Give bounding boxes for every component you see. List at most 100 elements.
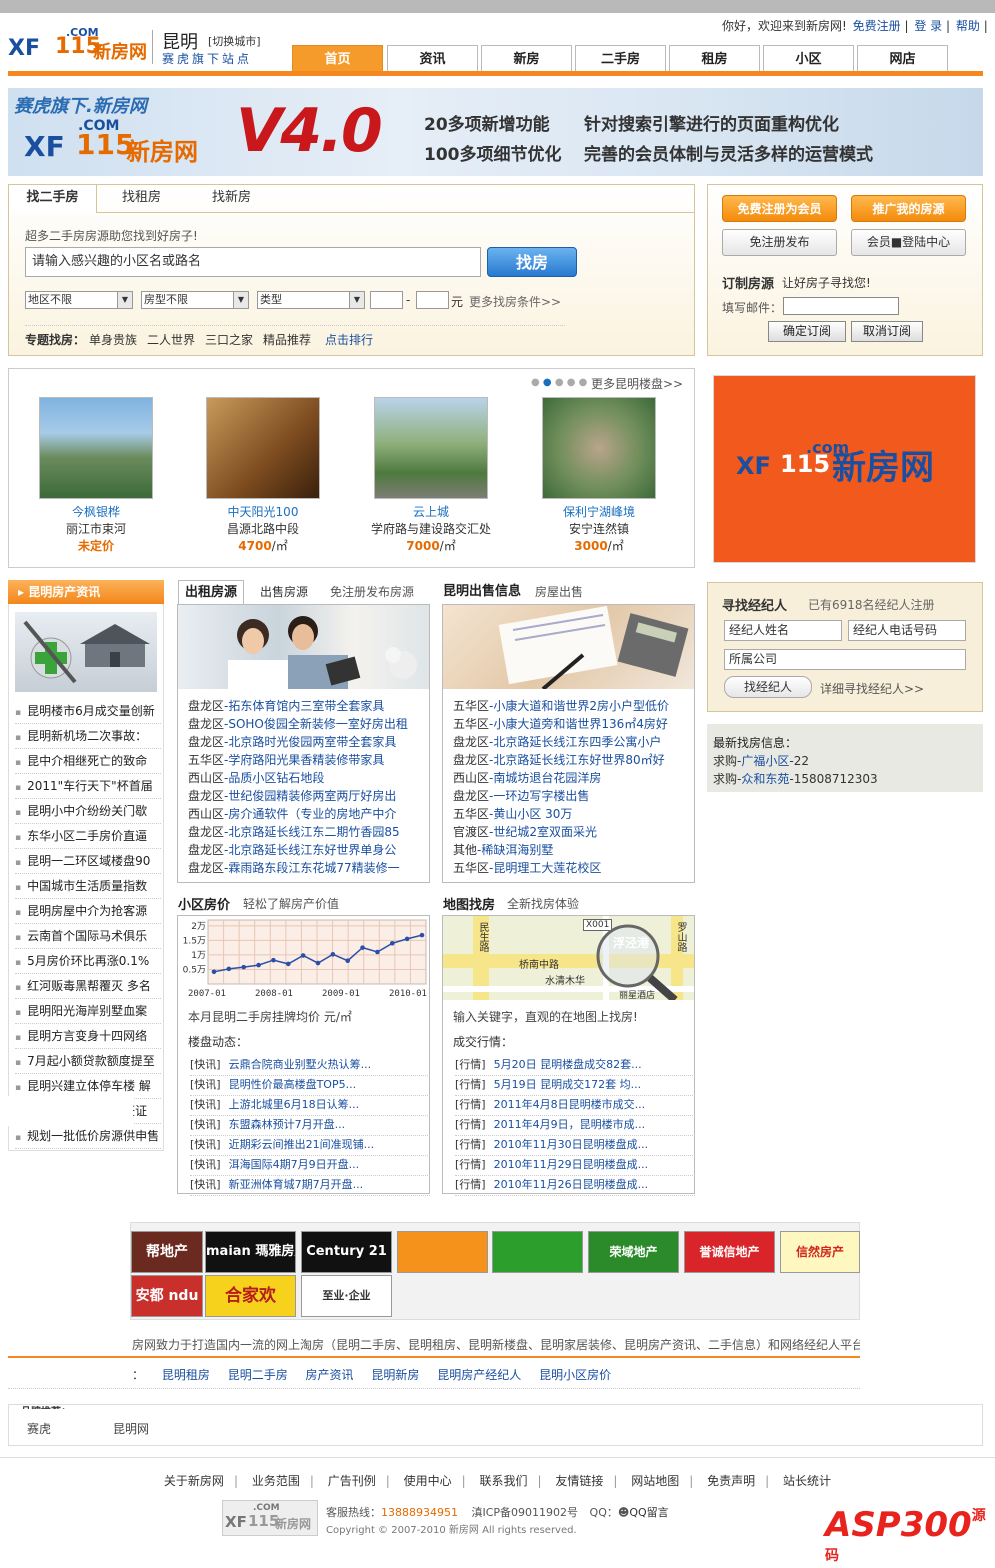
footer-link[interactable]: 站长统计 — [783, 1474, 831, 1488]
member-login-button[interactable]: 会员■登陆中心 — [851, 229, 966, 256]
hot-link[interactable]: 昆明房产经纪人 — [437, 1368, 521, 1382]
listing-row[interactable]: 五华区-黄山小区 30万 — [453, 805, 693, 823]
listing-row[interactable]: 西山区-房介通软件（专业的房地产中介 — [188, 805, 428, 823]
list-item[interactable]: 2011"车行天下"杯首届 — [15, 774, 161, 799]
building-photo[interactable] — [374, 397, 488, 499]
listing-row[interactable]: 盘龙区-北京路延长线江东二期竹香园85 — [188, 823, 428, 841]
listing-row[interactable]: 西山区-品质小区钻石地段 — [188, 769, 428, 787]
nav-tab-home[interactable]: 首页 — [292, 45, 383, 72]
list-item[interactable]: 云南首个国际马术俱乐 — [15, 924, 161, 949]
site-logo[interactable]: .COM XF 115 新房网 — [8, 26, 153, 66]
listing-row[interactable]: 官渡区-世纪城2室双面采光 — [453, 823, 693, 841]
register-link[interactable]: 免费注册 — [853, 19, 901, 33]
click-rank-link[interactable]: 点击排行 — [325, 331, 373, 348]
listing-row[interactable]: 五华区-小康大道和谐世界2房小户型低价 — [453, 697, 693, 715]
list-item[interactable]: 中国城市生活质量指数 — [15, 874, 161, 899]
listing-row[interactable]: 盘龙区-北京路延长线江东好世界80㎡好 — [453, 751, 693, 769]
partner-logo[interactable]: 安都 ndu — [131, 1275, 203, 1317]
list-item[interactable]: 昆明房屋中介为抢客源 — [15, 899, 161, 924]
news-row[interactable]: [行情] 2010年11月26日昆明楼盘成... — [455, 1175, 695, 1196]
partner-logo[interactable]: 至业·企业 — [301, 1275, 392, 1317]
find-agent-button[interactable]: 找经纪人 — [724, 676, 812, 698]
hot-link[interactable]: 房产资讯 — [306, 1368, 354, 1382]
footer-link[interactable]: 业务范围 — [252, 1474, 300, 1488]
listing-row[interactable]: 盘龙区-一环边写字楼出售 — [453, 787, 693, 805]
partner-logo[interactable]: 誉诚信地产 — [684, 1231, 775, 1273]
hot-link[interactable]: 昆明小区房价 — [539, 1368, 611, 1382]
tab-new-house[interactable]: 找新房 — [212, 185, 251, 213]
building-name[interactable]: 中天阳光100 — [203, 503, 323, 520]
topic-family[interactable]: 三口之家 — [205, 331, 253, 348]
partner-logo[interactable] — [492, 1231, 583, 1273]
list-item[interactable]: 红河贩毒黑帮覆灭 多名 — [15, 974, 161, 999]
partner-logo[interactable]: 荣域地产 — [588, 1231, 679, 1273]
list-item[interactable]: 7月起小额贷款额度提至 — [15, 1049, 161, 1074]
district-select[interactable]: 地区不限 ▼ — [25, 291, 133, 309]
nav-tab-rent[interactable]: 租房 — [669, 45, 760, 72]
partner-logo[interactable]: 信然房产 — [780, 1231, 860, 1273]
news-row[interactable]: [快讯] 新亚洲体育城7期7月开盘... — [190, 1175, 430, 1196]
news-row[interactable]: [快讯] 云鼎合院商业别墅火热认筹... — [190, 1055, 430, 1076]
building-card[interactable]: 云上城 学府路与建设路交汇处 7000/㎡ — [371, 397, 491, 554]
building-photo[interactable] — [542, 397, 656, 499]
list-item[interactable]: 昆明新机场二次事故： — [15, 724, 161, 749]
latest-find-link[interactable]: 广福小区 — [741, 754, 789, 768]
footer-link[interactable]: 使用中心 — [404, 1474, 452, 1488]
free-register-button[interactable]: 免费注册为会员 — [722, 195, 837, 222]
free-post-button[interactable]: 免注册发布 — [722, 229, 837, 256]
footer-link[interactable]: 关于新房网 — [164, 1474, 224, 1488]
more-buildings-link[interactable]: 更多昆明楼盘>> — [591, 375, 683, 392]
list-item[interactable]: 昆明楼市6月成交量创新 — [15, 699, 161, 724]
footer-link[interactable]: 免责声明 — [707, 1474, 755, 1488]
news-row[interactable]: [行情] 5月20日 昆明楼盘成交82套... — [455, 1055, 695, 1076]
news-row[interactable]: [快讯] 近期彩云间推出21间准现铺... — [190, 1135, 430, 1156]
logo-ad[interactable]: .com XF 115 新房网 — [713, 375, 976, 563]
partner-logo[interactable]: maian 瑪雅房屋 — [205, 1231, 296, 1273]
building-name[interactable]: 今枫银桦 — [36, 503, 156, 520]
topic-single[interactable]: 单身贵族 — [89, 331, 137, 348]
list-item[interactable]: 昆明小中介纷纷关门歇 — [15, 799, 161, 824]
listing-row[interactable]: 五华区-昆明理工大莲花校区 — [453, 859, 693, 877]
friend-link[interactable]: 昆明网 — [113, 1420, 149, 1437]
news-row[interactable]: [行情] 5月19日 昆明成交172套 均... — [455, 1075, 695, 1096]
topic-featured[interactable]: 精品推荐 — [263, 331, 311, 348]
building-photo[interactable] — [206, 397, 320, 499]
nav-tab-new-house[interactable]: 新房 — [481, 45, 572, 72]
footer-link[interactable]: 联系我们 — [479, 1474, 527, 1488]
nav-tab-news[interactable]: 资讯 — [387, 45, 478, 72]
list-item[interactable]: 昆中介相继死亡的致命 — [15, 749, 161, 774]
nav-tab-shop[interactable]: 网店 — [857, 45, 948, 72]
building-card[interactable]: 中天阳光100 昌源北路中段 4700/㎡ — [203, 397, 323, 554]
email-input[interactable] — [783, 297, 899, 315]
login-link[interactable]: 登 录 — [914, 19, 942, 33]
listing-row[interactable]: 五华区-学府路阳光果香精装修带家具 — [188, 751, 428, 769]
price-max-input[interactable] — [416, 291, 449, 309]
building-name[interactable]: 云上城 — [371, 503, 491, 520]
nav-tab-second-hand[interactable]: 二手房 — [575, 45, 666, 72]
footer-link[interactable]: 广告刊例 — [328, 1474, 376, 1488]
map-thumbnail[interactable]: 民生路 桥南中路 浮泾港 罗山路 水清木华 X001 丽星酒店 — [443, 916, 694, 1000]
listing-row[interactable]: 盘龙区-北京路时光俊园两室带全套家具 — [188, 733, 428, 751]
switch-city-link[interactable]: [切换城市] — [208, 33, 261, 49]
search-button[interactable]: 找房 — [487, 247, 577, 277]
category-select[interactable]: 类型 ▼ — [257, 291, 365, 309]
news-row[interactable]: [快讯] 上游北城里6月18日认筹... — [190, 1095, 430, 1116]
list-item[interactable]: 东华小区二手房价直逼 — [15, 824, 161, 849]
hot-link[interactable]: 昆明新房 — [371, 1368, 419, 1382]
promote-listing-button[interactable]: 推广我的房源 — [851, 195, 966, 222]
listing-row[interactable]: 盘龙区-霖雨路东段江东花城77精装修一 — [188, 859, 428, 877]
news-row[interactable]: [快讯] 洱海国际4期7月9日开盘... — [190, 1155, 430, 1176]
partner-logo[interactable]: Century 21 — [301, 1231, 392, 1273]
carousel-dots[interactable]: ● ● ● ● ● — [531, 377, 587, 388]
list-item[interactable]: 昆明一二环区域楼盘90 — [15, 849, 161, 874]
news-row[interactable]: [行情] 2011年4月8日昆明楼市成交... — [455, 1095, 695, 1116]
sale-subtitle[interactable]: 房屋出售 — [535, 580, 583, 604]
help-link[interactable]: 帮助 — [956, 19, 980, 33]
list-item[interactable]: 规划一批低价房源供申售 — [15, 1124, 161, 1149]
listing-row[interactable]: 盘龙区-北京路延长线江东四季公寓小户 — [453, 733, 693, 751]
news-row[interactable]: [快讯] 东盟森林预计7月开盘... — [190, 1115, 430, 1136]
news-row[interactable]: [快讯] 昆明性价最高楼盘TOP5... — [190, 1075, 430, 1096]
tab-sale-listings[interactable]: 出售房源 — [260, 580, 308, 604]
price-trend-chart[interactable]: 2万 1.5万 1万 0.5万 2007-01 2008-01 2009-01 2010-01 — [178, 916, 429, 1000]
building-name[interactable]: 保利宁湖峰境 — [539, 503, 659, 520]
